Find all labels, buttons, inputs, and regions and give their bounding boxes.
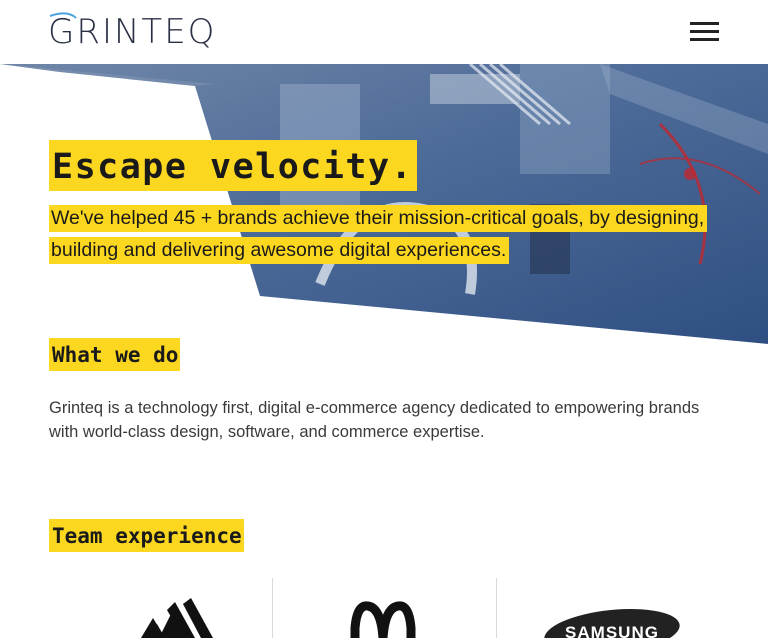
mcdonalds-logo-cell [272, 578, 494, 638]
grinteq-logo-icon: GRINTEQ [48, 12, 216, 48]
grinteq-logo[interactable]: GRINTEQ [48, 12, 234, 48]
what-we-do-text: Grinteq is a technology first, digital e… [49, 399, 700, 441]
site-header: GRINTEQ [0, 0, 768, 64]
adidas-logo-icon [141, 598, 213, 638]
mcdonalds-logo-icon [350, 601, 416, 638]
adidas-logo-cell [49, 578, 271, 638]
hero-title: Escape velocity. [49, 140, 418, 191]
svg-text:SAMSUNG: SAMSUNG [565, 623, 659, 638]
client-logos-row: SAMSUNG [49, 578, 719, 638]
samsung-logo-cell: SAMSUNG [496, 578, 718, 638]
samsung-logo-icon: SAMSUNG [544, 608, 680, 638]
hamburger-menu-icon[interactable] [690, 22, 719, 42]
team-experience-heading: Team experience [49, 519, 244, 552]
hero-subtitle: We've helped 45 + brands achieve their m… [49, 202, 721, 266]
hero-subtitle-text: We've helped 45 + brands achieve their m… [49, 205, 708, 264]
svg-text:GRINTEQ: GRINTEQ [48, 12, 216, 48]
